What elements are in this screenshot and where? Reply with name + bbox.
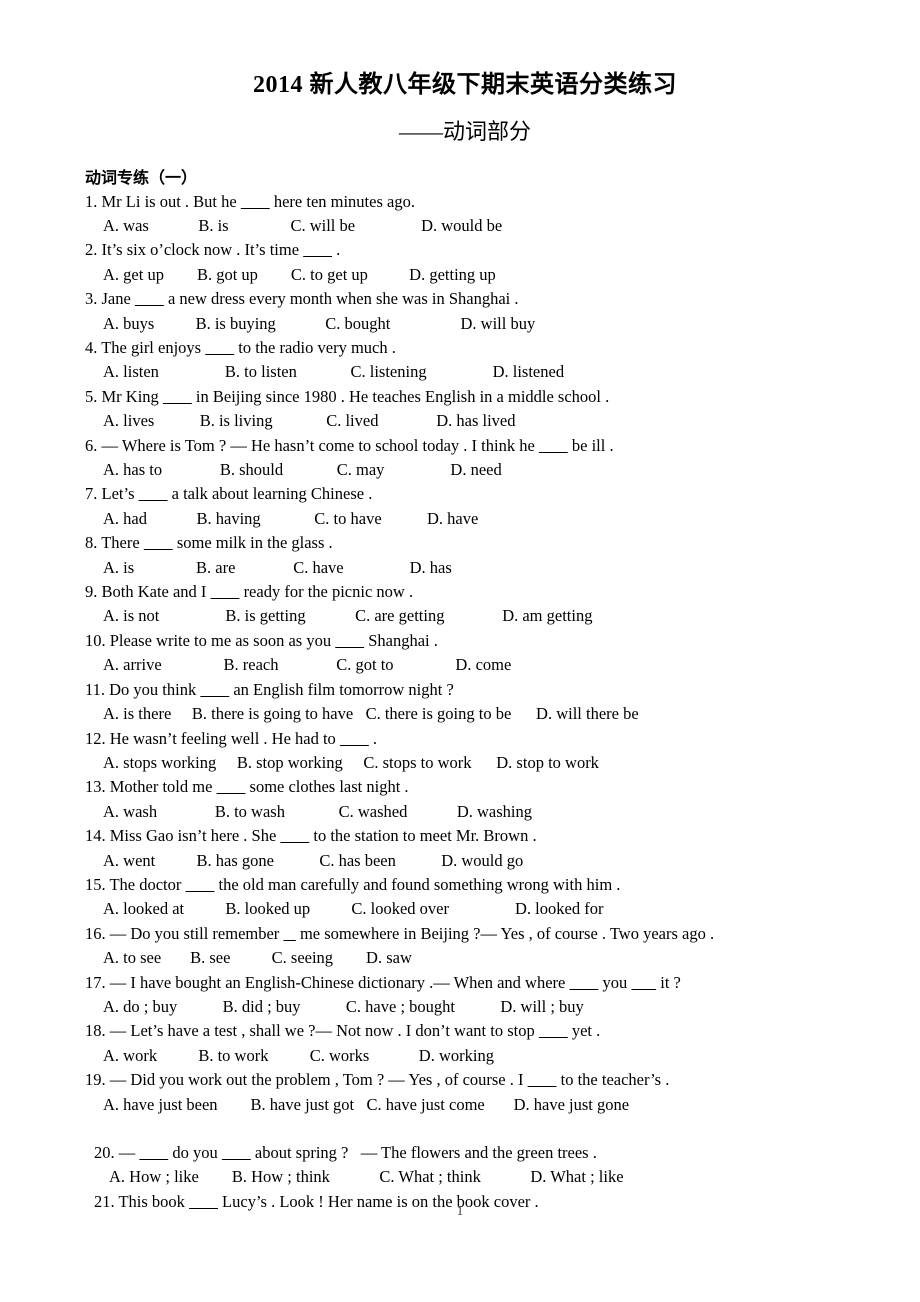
question-item: 11. Do you think an English film tomorro… xyxy=(85,678,845,727)
question-item: 12. He wasn’t feeling well . He had to .… xyxy=(85,727,845,776)
question-item: 3. Jane a new dress every month when she… xyxy=(85,287,845,336)
question-stem: 4. The girl enjoys to the radio very muc… xyxy=(85,338,396,358)
answer-blank xyxy=(139,1143,168,1162)
question-options[interactable]: A. How ; like B. How ; think C. What ; t… xyxy=(85,1165,845,1189)
page-subtitle: ——动词部分 xyxy=(398,119,531,145)
answer-blank xyxy=(539,436,568,455)
answer-blank xyxy=(539,1021,568,1040)
answer-blank xyxy=(631,973,656,992)
question-options[interactable]: A. stops working B. stop working C. stop… xyxy=(85,751,845,775)
question-options[interactable]: A. work B. to work C. works D. working xyxy=(85,1044,845,1068)
question-item: 1. Mr Li is out . But he here ten minute… xyxy=(85,190,845,239)
answer-blank xyxy=(163,387,192,406)
answer-blank xyxy=(528,1070,557,1089)
question-stem: 14. Miss Gao isn’t here . She to the sta… xyxy=(85,826,537,846)
question-item: 20. — do you about spring ? — The flower… xyxy=(85,1117,845,1190)
question-item: 15. The doctor the old man carefully and… xyxy=(85,873,845,922)
question-stem: 16. — Do you still remember me somewhere… xyxy=(85,923,715,943)
question-stem: 11. Do you think an English film tomorro… xyxy=(85,679,454,699)
question-item: 17. — I have bought an English-Chinese d… xyxy=(85,971,845,1020)
page-number: 1 xyxy=(456,1203,464,1218)
question-item: 18. — Let’s have a test , shall we ?— No… xyxy=(85,1019,845,1068)
answer-blank xyxy=(340,729,369,748)
question-stem: 5. Mr King in Beijing since 1980 . He te… xyxy=(85,386,610,406)
question-options[interactable]: A. wash B. to wash C. washed D. washing xyxy=(85,800,845,824)
question-options[interactable]: A. was B. is C. will be D. would be xyxy=(85,214,845,238)
answer-blank xyxy=(211,582,240,601)
answer-blank xyxy=(139,484,168,503)
question-item: 14. Miss Gao isn’t here . She to the sta… xyxy=(85,824,845,873)
question-stem: 9. Both Kate and I ready for the picnic … xyxy=(85,582,414,602)
question-item: 19. — Did you work out the problem , Tom… xyxy=(85,1068,845,1117)
question-item: 16. — Do you still remember me somewhere… xyxy=(85,922,845,971)
answer-blank xyxy=(217,777,246,796)
question-stem: 3. Jane a new dress every month when she… xyxy=(85,289,519,309)
question-options[interactable]: A. went B. has gone C. has been D. would… xyxy=(85,849,845,873)
question-item: 5. Mr King in Beijing since 1980 . He te… xyxy=(85,385,845,434)
question-stem: 7. Let’s a talk about learning Chinese . xyxy=(85,484,373,504)
question-item: 4. The girl enjoys to the radio very muc… xyxy=(85,336,845,385)
question-item: 7. Let’s a talk about learning Chinese .… xyxy=(85,482,845,531)
answer-blank xyxy=(186,875,215,894)
question-options[interactable]: A. looked at B. looked up C. looked over… xyxy=(85,897,845,921)
document-page: 2014 新人教八年级下期末英语分类练习 ——动词部分 动词专练（一） 1. M… xyxy=(0,0,920,1302)
question-options[interactable]: A. buys B. is buying C. bought D. will b… xyxy=(85,312,845,336)
question-item: 6. — Where is Tom ? — He hasn’t come to … xyxy=(85,434,845,483)
answer-blank xyxy=(135,289,164,308)
question-options[interactable]: A. had B. having C. to have D. have xyxy=(85,507,845,531)
question-stem: 8. There some milk in the glass . xyxy=(85,533,333,553)
question-stem: 15. The doctor the old man carefully and… xyxy=(85,874,621,894)
answer-blank xyxy=(241,192,270,211)
question-stem: 19. — Did you work out the problem , Tom… xyxy=(85,1070,670,1090)
question-stem: 12. He wasn’t feeling well . He had to . xyxy=(85,728,378,748)
question-options[interactable]: A. arrive B. reach C. got to D. come xyxy=(85,653,845,677)
question-list: 1. Mr Li is out . But he here ten minute… xyxy=(85,190,845,1215)
question-options[interactable]: A. has to B. should C. may D. need xyxy=(85,458,845,482)
question-stem: 18. — Let’s have a test , shall we ?— No… xyxy=(85,1021,601,1041)
question-options[interactable]: A. get up B. got up C. to get up D. gett… xyxy=(85,263,845,287)
question-stem: 2. It’s six o’clock now . It’s time . xyxy=(85,240,341,260)
question-item: 13. Mother told me some clothes last nig… xyxy=(85,775,845,824)
question-options[interactable]: A. to see B. see C. seeing D. saw xyxy=(85,946,845,970)
answer-blank xyxy=(205,338,234,357)
question-item: 10. Please write to me as soon as you Sh… xyxy=(85,629,845,678)
answer-blank xyxy=(280,826,309,845)
answer-blank xyxy=(144,533,173,552)
question-options[interactable]: A. is there B. there is going to have C.… xyxy=(85,702,845,726)
question-options[interactable]: A. is B. are C. have D. has xyxy=(85,556,845,580)
question-stem: 17. — I have bought an English-Chinese d… xyxy=(85,972,681,992)
question-item: 9. Both Kate and I ready for the picnic … xyxy=(85,580,845,629)
question-item: 2. It’s six o’clock now . It’s time . A. … xyxy=(85,238,845,287)
question-options[interactable]: A. do ; buy B. did ; buy C. have ; bough… xyxy=(85,995,845,1019)
question-stem: 10. Please write to me as soon as you Sh… xyxy=(85,630,438,650)
page-title: 2014 新人教八年级下期末英语分类练习 xyxy=(253,72,677,98)
page-content: 2014 新人教八年级下期末英语分类练习 ——动词部分 动词专练（一） 1. M… xyxy=(85,0,845,1214)
question-options[interactable]: A. have just been B. have just got C. ha… xyxy=(85,1093,845,1117)
question-stem: 6. — Where is Tom ? — He hasn’t come to … xyxy=(85,435,614,455)
answer-blank xyxy=(222,1143,251,1162)
answer-blank xyxy=(283,924,295,943)
answer-blank xyxy=(200,680,229,699)
question-options[interactable]: A. listen B. to listen C. listening D. l… xyxy=(85,360,845,384)
answer-blank xyxy=(570,973,599,992)
question-stem: 20. — do you about spring ? — The flower… xyxy=(94,1143,597,1163)
question-item: 8. There some milk in the glass . A. is B… xyxy=(85,531,845,580)
question-stem: 1. Mr Li is out . But he here ten minute… xyxy=(85,191,415,211)
question-options[interactable]: A. lives B. is living C. lived D. has li… xyxy=(85,409,845,433)
section-heading: 动词专练（一） xyxy=(85,169,198,187)
question-options[interactable]: A. is not B. is getting C. are getting D… xyxy=(85,604,845,628)
answer-blank xyxy=(303,240,332,259)
answer-blank xyxy=(335,631,364,650)
question-stem: 13. Mother told me some clothes last nig… xyxy=(85,777,409,797)
